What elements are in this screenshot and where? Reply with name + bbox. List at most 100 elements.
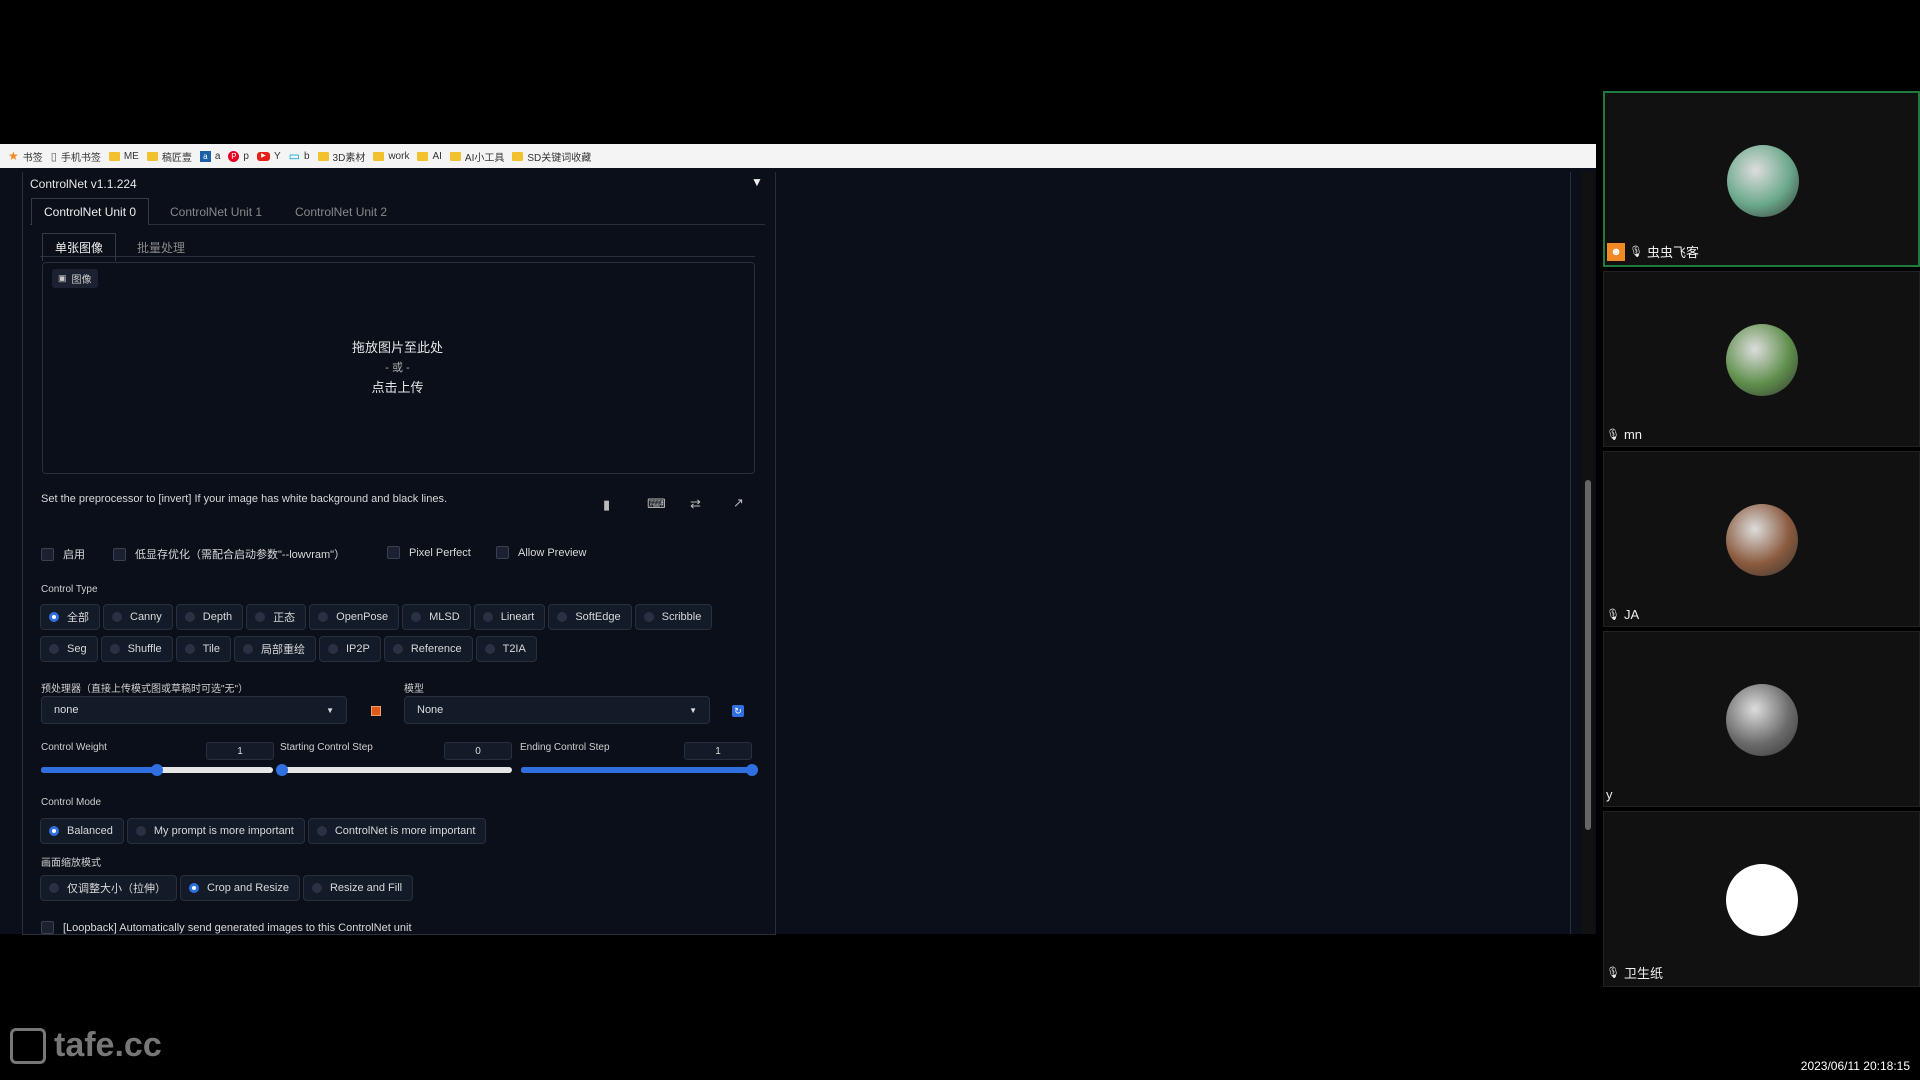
radio-icon[interactable]	[189, 883, 199, 893]
radio-icon[interactable]	[49, 644, 59, 654]
bookmark-item[interactable]: work	[373, 151, 409, 162]
webcam-icon[interactable]: ⌨	[647, 496, 666, 512]
tab-batch[interactable]: 批量处理	[137, 239, 185, 256]
send-dimensions-icon[interactable]: ↗	[733, 495, 744, 511]
radio-icon[interactable]	[49, 826, 59, 836]
control-mode-option[interactable]: My prompt is more important	[126, 818, 305, 844]
participant-tile[interactable]: 🎙 mn	[1603, 271, 1920, 447]
control-type-option[interactable]: Tile	[175, 636, 231, 662]
allow-preview-check-box[interactable]	[496, 546, 509, 559]
resize-mode-option[interactable]: 仅调整大小（拉伸）	[40, 875, 177, 901]
control-mode-option[interactable]: ControlNet is more important	[307, 818, 487, 844]
control-type-option[interactable]: Shuffle	[100, 636, 173, 662]
slider-thumb[interactable]	[151, 764, 163, 776]
controlnet-title[interactable]: ControlNet v1.1.224	[30, 177, 137, 191]
bookmark-item[interactable]: ▭ b	[289, 149, 310, 163]
radio-icon[interactable]	[311, 883, 322, 893]
bookmark-item[interactable]: SD关键词收藏	[512, 149, 591, 164]
start-step-slider[interactable]	[276, 764, 512, 776]
drop-prompt[interactable]: 拖放图片至此处 - 或 - 点击上传	[42, 338, 753, 398]
bookmark-item[interactable]: 稿匠壹	[146, 149, 192, 164]
control-type-option[interactable]: MLSD	[402, 604, 471, 630]
radio-icon[interactable]	[109, 644, 120, 654]
radio-icon[interactable]	[112, 612, 122, 622]
radio-icon[interactable]	[135, 826, 146, 836]
control-type-option[interactable]: 局部重绘	[233, 636, 316, 662]
radio-icon[interactable]	[184, 612, 195, 622]
bookmark-item[interactable]: Pp	[228, 150, 249, 162]
bookmark-item[interactable]: AI小工具	[449, 149, 504, 164]
refresh-models-icon[interactable]: ↻	[732, 705, 744, 717]
pixel-perfect-checkbox[interactable]: Pixel Perfect	[387, 546, 471, 559]
radio-icon[interactable]	[184, 644, 195, 654]
control-type-option[interactable]: 正态	[246, 604, 307, 630]
slider-thumb[interactable]	[746, 764, 758, 776]
enable-checkbox[interactable]: 启用	[41, 546, 85, 562]
new-canvas-icon[interactable]: ▮	[603, 497, 610, 513]
tab-unit-0[interactable]: ControlNet Unit 0	[31, 198, 150, 225]
participant-tile[interactable]: 🎙 JA	[1603, 451, 1920, 627]
control-type-option[interactable]: OpenPose	[309, 604, 400, 630]
lowvram-check-box[interactable]	[113, 547, 126, 561]
resize-mode-option[interactable]: Crop and Resize	[180, 875, 300, 901]
control-type-option[interactable]: Depth	[175, 604, 244, 630]
bookmark-item[interactable]: 3D素材	[317, 149, 365, 164]
slider-thumb[interactable]	[276, 764, 288, 776]
control-type-option[interactable]: Lineart	[473, 604, 546, 630]
swap-icon[interactable]: ⇄	[690, 496, 701, 512]
pixel-perfect-check-box[interactable]	[387, 546, 400, 559]
radio-icon[interactable]	[411, 612, 422, 622]
control-mode-option[interactable]: Balanced	[40, 818, 124, 844]
control-type-option-label: Shuffle	[127, 643, 162, 655]
start-step-input[interactable]: 0	[444, 742, 512, 760]
microphone-icon: 🎙	[1629, 246, 1643, 258]
model-select[interactable]: None ▼	[404, 696, 710, 724]
control-type-option[interactable]: 全部	[40, 604, 100, 630]
radio-icon[interactable]	[49, 612, 59, 622]
control-type-option[interactable]: IP2P	[318, 636, 381, 662]
control-type-option[interactable]: SoftEdge	[548, 604, 632, 630]
preprocessor-select[interactable]: none ▼	[41, 696, 347, 724]
scrollbar-thumb[interactable]	[1585, 480, 1591, 830]
run-preprocessor-icon[interactable]	[371, 706, 381, 716]
radio-icon[interactable]	[318, 612, 329, 622]
radio-icon[interactable]	[49, 883, 59, 893]
control-weight-input[interactable]: 1	[206, 742, 274, 760]
participant-tile[interactable]: ☻ 🎙 虫虫飞客	[1603, 91, 1920, 267]
tab-unit-2[interactable]: ControlNet Unit 2	[295, 205, 387, 219]
bookmark-item[interactable]: AI	[417, 151, 442, 162]
bookmark-item[interactable]: ME	[108, 151, 139, 162]
radio-icon[interactable]	[482, 612, 493, 622]
enable-check-box[interactable]	[41, 547, 54, 561]
loopback-check-box[interactable]	[41, 921, 54, 934]
radio-icon[interactable]	[643, 612, 654, 622]
radio-icon[interactable]	[392, 644, 403, 654]
end-step-slider[interactable]	[521, 764, 758, 776]
control-weight-slider[interactable]	[41, 764, 273, 776]
radio-icon[interactable]	[316, 826, 327, 836]
bookmark-item[interactable]: ▯ 手机书签	[51, 149, 101, 164]
bookmark-item[interactable]: ★ 书签	[8, 149, 43, 164]
resize-mode-option[interactable]: Resize and Fill	[302, 875, 414, 901]
collapse-icon[interactable]: ▼	[751, 175, 763, 189]
end-step-input[interactable]: 1	[684, 742, 752, 760]
control-type-option[interactable]: Reference	[383, 636, 473, 662]
radio-icon[interactable]	[557, 612, 568, 622]
control-type-option[interactable]: Scribble	[634, 604, 713, 630]
radio-icon[interactable]	[484, 644, 495, 654]
control-type-option[interactable]: T2IA	[475, 636, 537, 662]
control-type-option[interactable]: Canny	[103, 604, 173, 630]
tab-single-image[interactable]: 单张图像	[42, 233, 117, 261]
participant-tile[interactable]: 🎙 卫生纸	[1603, 811, 1920, 987]
tab-unit-1[interactable]: ControlNet Unit 1	[170, 205, 262, 219]
control-type-option[interactable]: Seg	[40, 636, 98, 662]
radio-icon[interactable]	[255, 612, 266, 622]
lowvram-checkbox[interactable]: 低显存优化（需配合启动参数"--lowvram"）	[113, 546, 345, 562]
loopback-checkbox[interactable]: [Loopback] Automatically send generated …	[41, 921, 412, 934]
bookmark-item[interactable]: aa	[199, 150, 220, 162]
bookmark-item[interactable]: ▶ Y	[256, 151, 281, 162]
radio-icon[interactable]	[242, 644, 253, 654]
allow-preview-checkbox[interactable]: Allow Preview	[496, 546, 586, 559]
participant-tile[interactable]: y	[1603, 631, 1920, 807]
radio-icon[interactable]	[327, 644, 338, 654]
